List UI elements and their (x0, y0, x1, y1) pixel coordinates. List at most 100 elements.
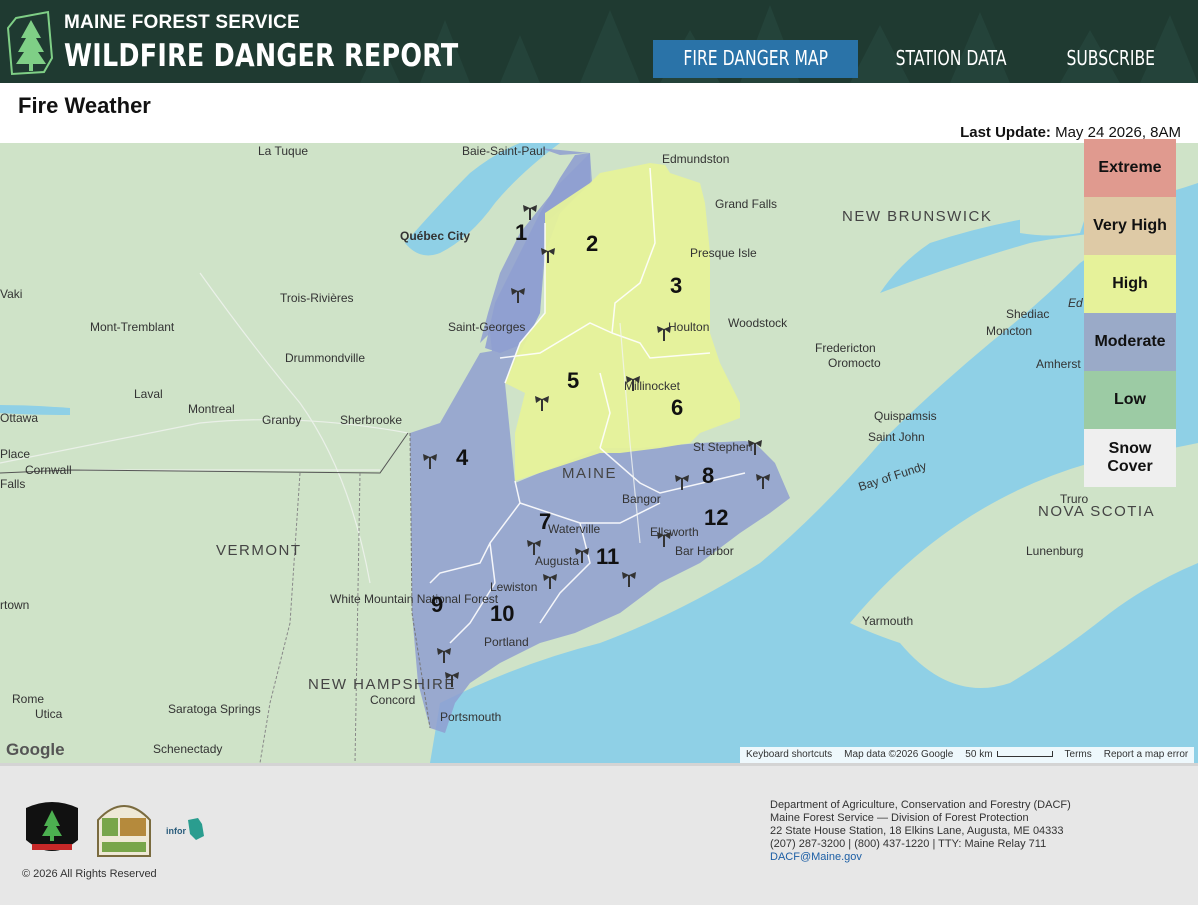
nav-subscribe[interactable]: SUBSCRIBE (1044, 40, 1178, 78)
forest-service-badge-icon[interactable] (96, 800, 152, 858)
informe-logo-icon[interactable]: infor (166, 814, 210, 844)
zone-6-label: 6 (671, 395, 683, 420)
place-mont-tremblant: Mont-Tremblant (90, 320, 175, 334)
place-vaki: Vaki (0, 287, 22, 301)
nav-fire-danger-map[interactable]: FIRE DANGER MAP (652, 40, 859, 78)
zone-2-label: 2 (586, 231, 598, 256)
danger-legend: Extreme Very High High Moderate Low Snow… (1084, 139, 1176, 487)
svg-text:infor: infor (166, 826, 186, 836)
place-yarmouth: Yarmouth (862, 614, 913, 628)
place-concord: Concord (370, 693, 415, 707)
main-nav: FIRE DANGER MAP STATION DATA SUBSCRIBE (652, 40, 1178, 78)
contact-email-link[interactable]: DACF@Maine.gov (770, 851, 862, 863)
place-drummondville: Drummondville (285, 351, 365, 365)
place-sherbrooke: Sherbrooke (340, 413, 402, 427)
map-attribution: Keyboard shortcuts Map data ©2026 Google… (740, 747, 1195, 763)
place-shediac: Shediac (1006, 307, 1049, 321)
place-utica: Utica (35, 707, 63, 721)
place-montreal: Montreal (188, 402, 235, 416)
region-new-hampshire: NEW HAMPSHIRE (308, 676, 456, 693)
contact-phone: (207) 287-3200 | (800) 437-1220 | TTY: M… (770, 838, 1047, 850)
zone-1-label: 1 (515, 220, 527, 245)
forest-ranger-badge-icon[interactable] (22, 800, 82, 858)
place-rtown: rtown (0, 598, 29, 612)
place-portsmouth: Portsmouth (440, 710, 501, 724)
place-saint-georges: Saint-Georges (448, 320, 525, 334)
place-cornwall: Cornwall (25, 463, 72, 477)
place-bar-harbor: Bar Harbor (675, 544, 734, 558)
place-granby: Granby (262, 413, 301, 427)
map-canvas[interactable]: La Tuque Baie-Saint-Paul Edmundston Québ… (0, 143, 1198, 763)
contact-info: Department of Agriculture, Conservation … (770, 799, 1071, 864)
place-amherst: Amherst (1036, 357, 1081, 371)
site-header: MAINE FOREST SERVICE WILDFIRE DANGER REP… (0, 0, 1198, 83)
place-portland: Portland (484, 635, 529, 649)
nav-station-data[interactable]: STATION DATA (870, 40, 1032, 78)
place-augusta: Augusta (535, 554, 579, 568)
zone-5-label: 5 (567, 368, 579, 393)
place-laval: Laval (134, 387, 163, 401)
place-baie-saint-paul: Baie-Saint-Paul (462, 144, 545, 158)
zone-7-label: 7 (539, 509, 551, 534)
place-st-stephen: St Stephen (693, 440, 752, 454)
page-title-bar: Fire Weather Last Update: May 24 2026, 8… (0, 83, 1198, 143)
place-la-tuque: La Tuque (258, 144, 308, 158)
zone-3-label: 3 (670, 273, 682, 298)
place-saint-john: Saint John (868, 430, 925, 444)
copyright: © 2026 All Rights Reserved (22, 868, 157, 880)
place-grand-falls: Grand Falls (715, 197, 777, 211)
region-maine: MAINE (562, 465, 617, 482)
keyboard-shortcuts-link[interactable]: Keyboard shortcuts (740, 747, 838, 763)
zone-8-label: 8 (702, 463, 714, 488)
google-logo[interactable]: Google (6, 740, 65, 760)
zone-9-label: 9 (431, 592, 443, 617)
contact-dept: Department of Agriculture, Conservation … (770, 799, 1071, 811)
org-name: MAINE FOREST SERVICE (64, 12, 300, 33)
legend-snow-cover: Snow Cover (1084, 429, 1176, 487)
region-new-brunswick: NEW BRUNSWICK (842, 208, 992, 225)
place-saratoga-springs: Saratoga Springs (168, 702, 261, 716)
contact-division: Maine Forest Service — Division of Fores… (770, 812, 1029, 824)
report-map-error-link[interactable]: Report a map error (1098, 747, 1194, 763)
zone-12-label: 12 (704, 505, 728, 530)
place-place: Place (0, 447, 30, 461)
page-title: Fire Weather (18, 93, 151, 118)
place-moncton: Moncton (986, 324, 1032, 338)
place-woodstock: Woodstock (728, 316, 788, 330)
place-quispamsis: Quispamsis (874, 409, 937, 423)
place-bangor: Bangor (622, 492, 661, 506)
legend-moderate: Moderate (1084, 313, 1176, 371)
zone-4-label: 4 (456, 445, 469, 470)
place-trois-rivieres: Trois-Rivières (280, 291, 354, 305)
contact-address: 22 State House Station, 18 Elkins Lane, … (770, 825, 1064, 837)
poi-white-mountain: White Mountain National Forest (330, 592, 499, 606)
place-rome: Rome (12, 692, 44, 706)
place-fredericton: Fredericton (815, 341, 876, 355)
place-ed: Ed (1068, 296, 1083, 310)
footer-logos: infor (22, 800, 210, 858)
region-vermont: VERMONT (216, 542, 302, 559)
place-ottawa: Ottawa (0, 411, 38, 425)
zone-10-label: 10 (490, 601, 514, 626)
place-falls: Falls (0, 477, 25, 491)
legend-extreme: Extreme (1084, 139, 1176, 197)
place-quebec-city: Québec City (400, 229, 470, 243)
place-schenectady: Schenectady (153, 742, 222, 756)
legend-high: High (1084, 255, 1176, 313)
place-ellsworth: Ellsworth (650, 525, 699, 539)
zone-11-label: 11 (596, 544, 619, 569)
legend-low: Low (1084, 371, 1176, 429)
site-title[interactable]: WILDFIRE DANGER REPORT (64, 38, 458, 74)
legend-very-high: Very High (1084, 197, 1176, 255)
map-data-credit: Map data ©2026 Google (844, 749, 954, 760)
place-houlton: Houlton (668, 320, 709, 334)
place-presque-isle: Presque Isle (690, 246, 757, 260)
region-nova-scotia: NOVA SCOTIA (1038, 503, 1155, 520)
place-oromocto: Oromocto (828, 356, 881, 370)
terms-link[interactable]: Terms (1059, 747, 1098, 763)
site-footer: infor © 2026 All Rights Reserved Departm… (0, 763, 1198, 905)
place-edmundston: Edmundston (662, 152, 729, 166)
pine-tree-logo-icon[interactable] (6, 8, 56, 76)
fire-danger-map[interactable]: La Tuque Baie-Saint-Paul Edmundston Québ… (0, 143, 1198, 763)
place-lunenburg: Lunenburg (1026, 544, 1083, 558)
